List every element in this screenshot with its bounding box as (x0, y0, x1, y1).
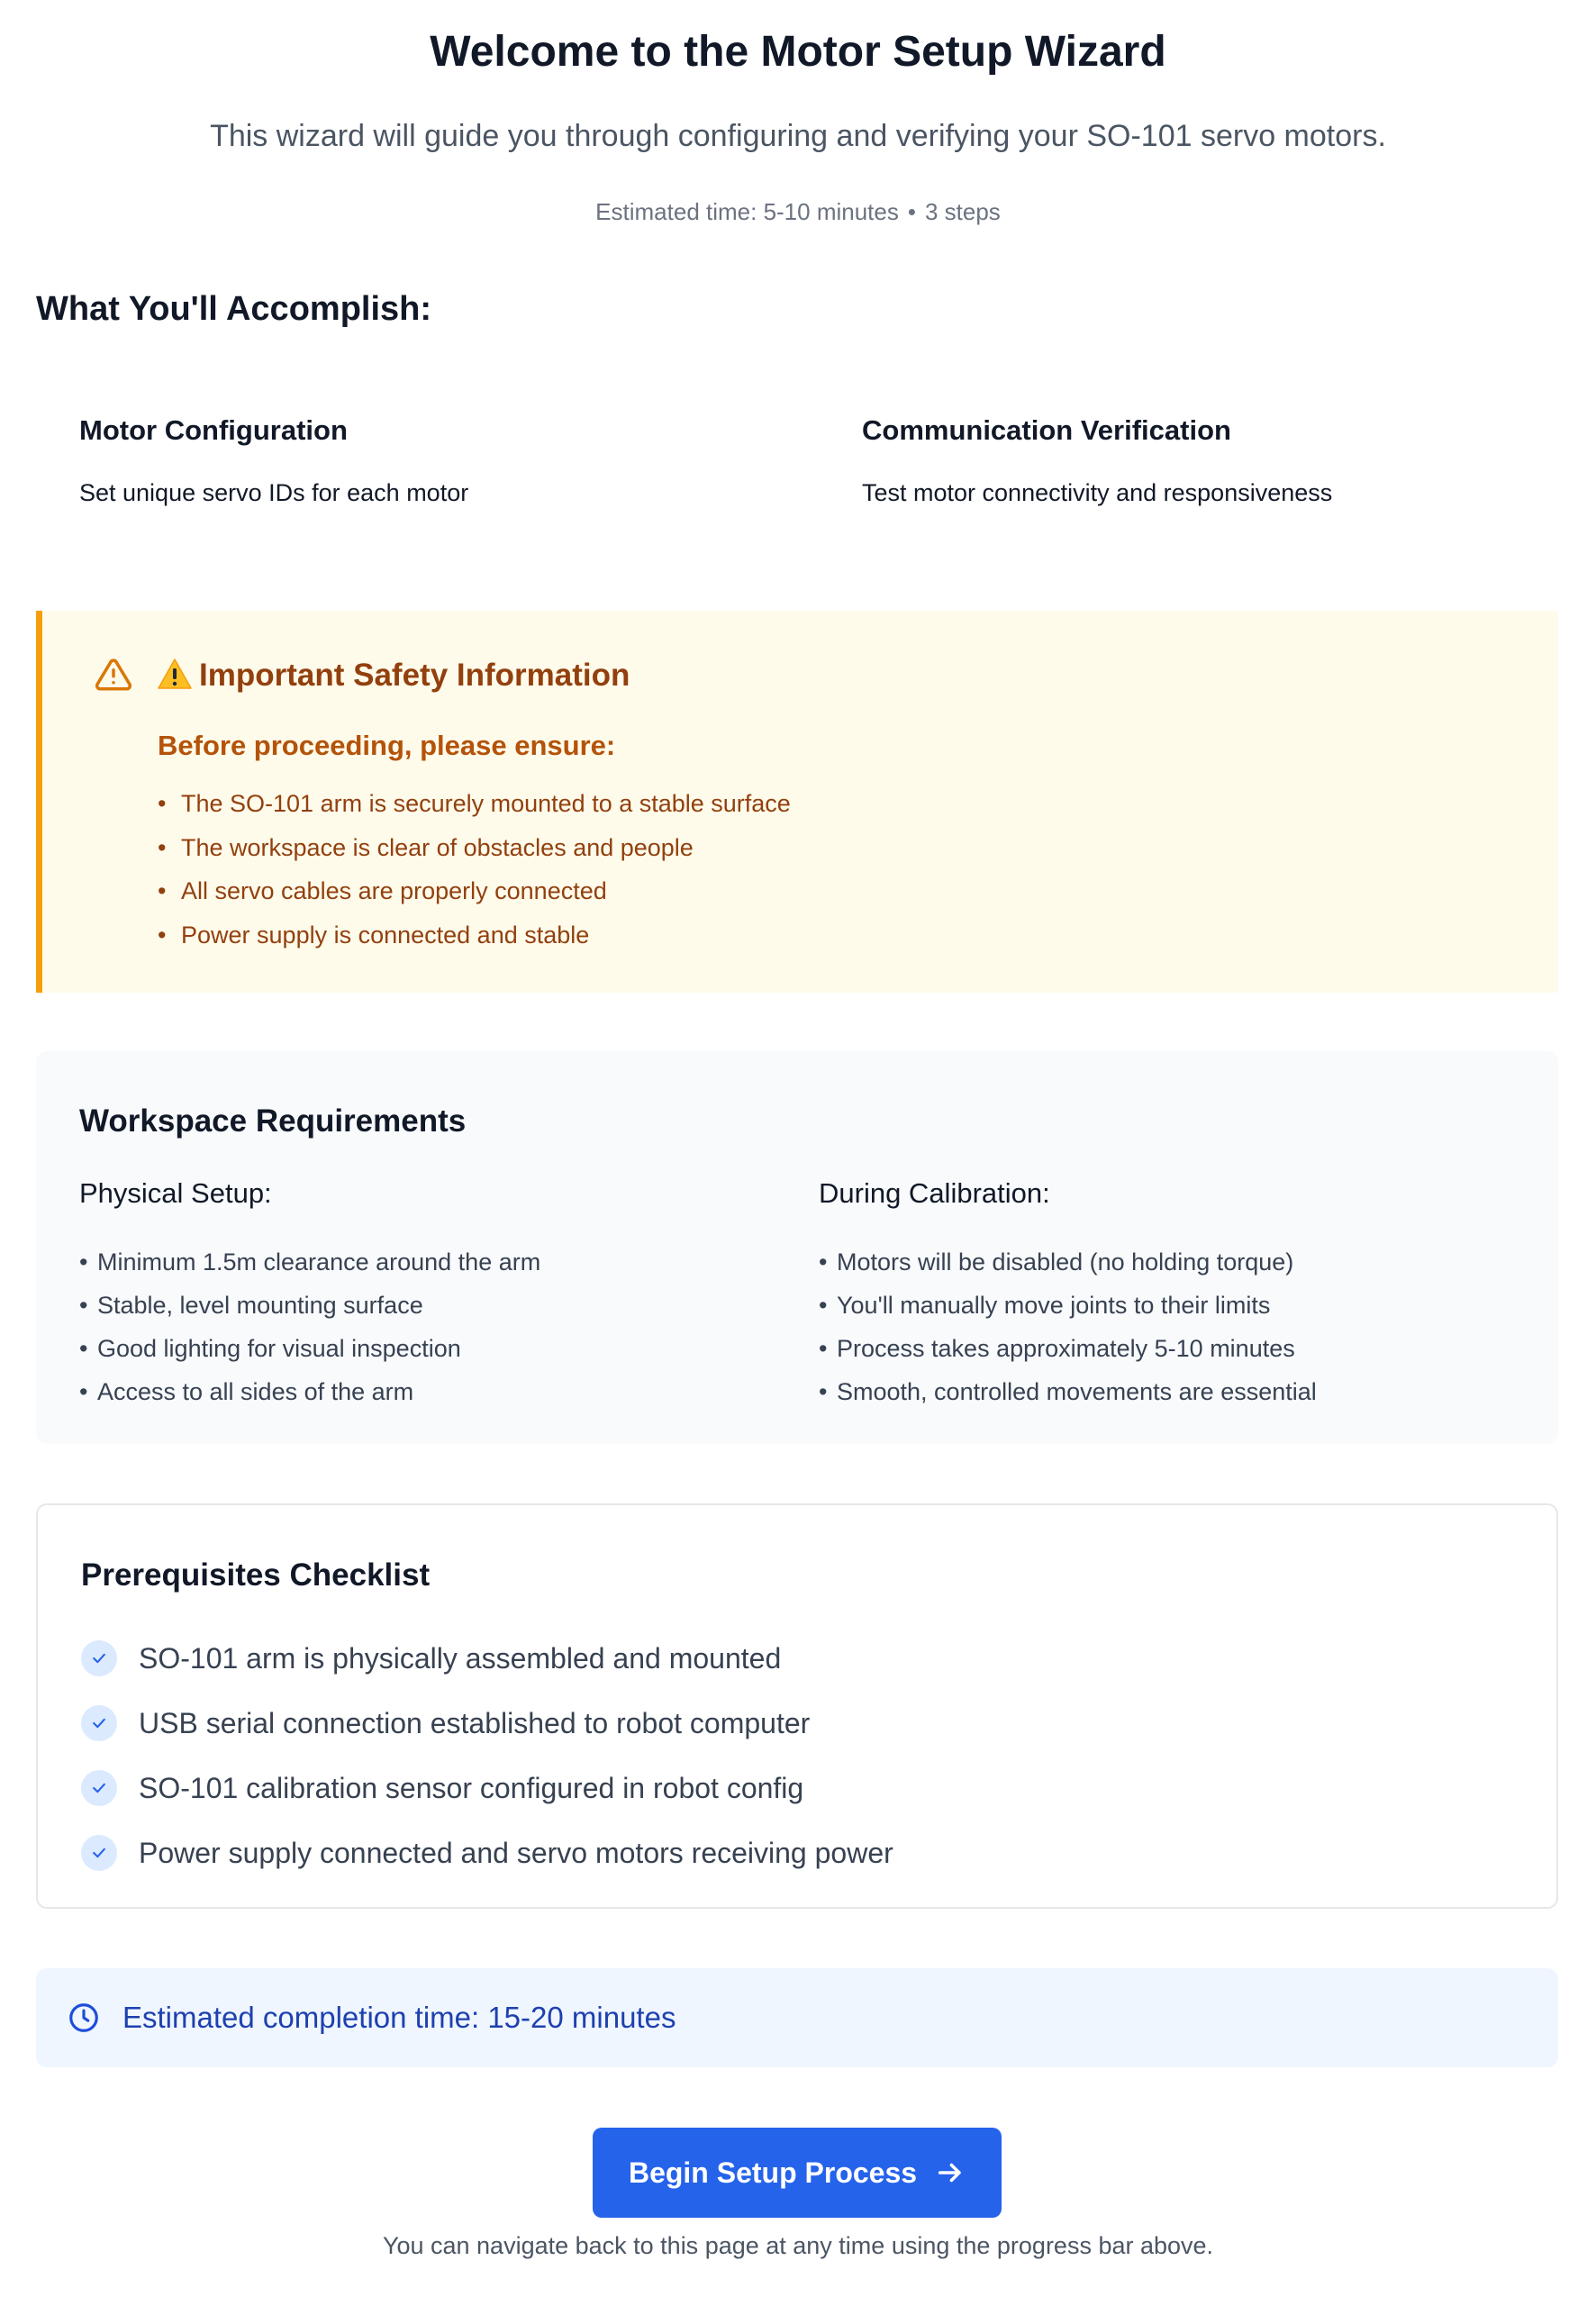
feature-description: Set unique servo IDs for each motor (79, 479, 469, 506)
list-item: Access to all sides of the arm (79, 1370, 540, 1413)
workspace-requirements-panel: Workspace Requirements Physical Setup: M… (36, 1051, 1558, 1444)
list-item: Stable, level mounting surface (79, 1284, 540, 1327)
begin-setup-button[interactable]: Begin Setup Process (593, 2128, 1002, 2218)
estimated-time-text: Estimated time: 5-10 minutes (595, 198, 899, 225)
completion-estimate-text: Estimated completion time: 15-20 minutes (122, 2001, 676, 2034)
warning-emoji-icon (158, 658, 192, 689)
prerequisites-checklist-panel: Prerequisites Checklist SO-101 arm is ph… (36, 1503, 1558, 1909)
checklist-item-label: Power supply connected and servo motors … (139, 1836, 893, 1869)
checklist-item: USB serial connection established to rob… (81, 1691, 893, 1756)
feature-description: Test motor connectivity and responsivene… (862, 479, 1333, 506)
safety-title-text: Important Safety Information (199, 658, 630, 693)
meta-separator: • (907, 198, 916, 225)
check-icon (81, 1770, 117, 1806)
safety-list: The SO-101 arm is securely mounted to a … (158, 782, 791, 957)
list-item: Motors will be disabled (no holding torq… (819, 1240, 1317, 1284)
begin-setup-button-label: Begin Setup Process (628, 2156, 918, 2189)
check-icon (81, 1705, 117, 1741)
feature-communication-verification: Communication Verification Test motor co… (862, 414, 1332, 507)
completion-estimate-banner: Estimated completion time: 15-20 minutes (36, 1968, 1558, 2067)
during-calibration-column: During Calibration: Motors will be disab… (819, 1177, 1317, 1413)
arrow-right-icon (938, 2163, 961, 2183)
checklist-item: SO-101 calibration sensor configured in … (81, 1756, 893, 1820)
clock-icon (69, 2003, 98, 2032)
safety-info-panel: Important Safety Information Before proc… (36, 611, 1558, 993)
physical-setup-list: Minimum 1.5m clearance around the arm St… (79, 1240, 540, 1413)
warning-triangle-icon (95, 658, 132, 691)
page-subtitle: This wizard will guide you through confi… (210, 119, 1386, 153)
prerequisites-list: SO-101 arm is physically assembled and m… (81, 1626, 893, 1885)
during-calibration-title: During Calibration: (819, 1177, 1050, 1209)
feature-title: Motor Configuration (79, 414, 348, 446)
list-item: Smooth, controlled movements are essenti… (819, 1370, 1317, 1413)
page-title: Welcome to the Motor Setup Wizard (430, 28, 1166, 76)
list-item: The workspace is clear of obstacles and … (158, 826, 791, 870)
estimate-meta: Estimated time: 5-10 minutes • 3 steps (0, 198, 1596, 226)
check-icon (81, 1835, 117, 1871)
safety-title: Important Safety Information (158, 658, 630, 694)
list-item: Process takes approximately 5-10 minutes (819, 1327, 1317, 1370)
list-item: The SO-101 arm is securely mounted to a … (158, 782, 791, 826)
steps-count-text: 3 steps (924, 198, 1001, 225)
safety-subtitle: Before proceeding, please ensure: (158, 730, 616, 761)
feature-motor-configuration: Motor Configuration Set unique servo IDs… (79, 414, 468, 507)
motor-setup-wizard-page: Welcome to the Motor Setup Wizard This w… (0, 0, 1596, 2306)
navigation-footnote: You can navigate back to this page at an… (382, 2232, 1214, 2259)
during-calibration-list: Motors will be disabled (no holding torq… (819, 1240, 1317, 1413)
list-item: Good lighting for visual inspection (79, 1327, 540, 1370)
checklist-item: SO-101 arm is physically assembled and m… (81, 1626, 893, 1691)
checklist-item-label: SO-101 calibration sensor configured in … (139, 1771, 804, 1804)
physical-setup-column: Physical Setup: Minimum 1.5m clearance a… (79, 1177, 540, 1413)
physical-setup-title: Physical Setup: (79, 1177, 272, 1209)
list-item: Minimum 1.5m clearance around the arm (79, 1240, 540, 1284)
accomplish-heading: What You'll Accomplish: (36, 290, 432, 328)
checklist-item-label: USB serial connection established to rob… (139, 1706, 811, 1739)
list-item: Power supply is connected and stable (158, 913, 791, 958)
workspace-title: Workspace Requirements (79, 1103, 467, 1139)
checklist-item: Power supply connected and servo motors … (81, 1820, 893, 1885)
check-icon (81, 1640, 117, 1676)
list-item: All servo cables are properly connected (158, 869, 791, 913)
list-item: You'll manually move joints to their lim… (819, 1284, 1317, 1327)
prerequisites-title: Prerequisites Checklist (81, 1557, 431, 1593)
checklist-item-label: SO-101 arm is physically assembled and m… (139, 1641, 782, 1675)
feature-title: Communication Verification (862, 414, 1231, 446)
